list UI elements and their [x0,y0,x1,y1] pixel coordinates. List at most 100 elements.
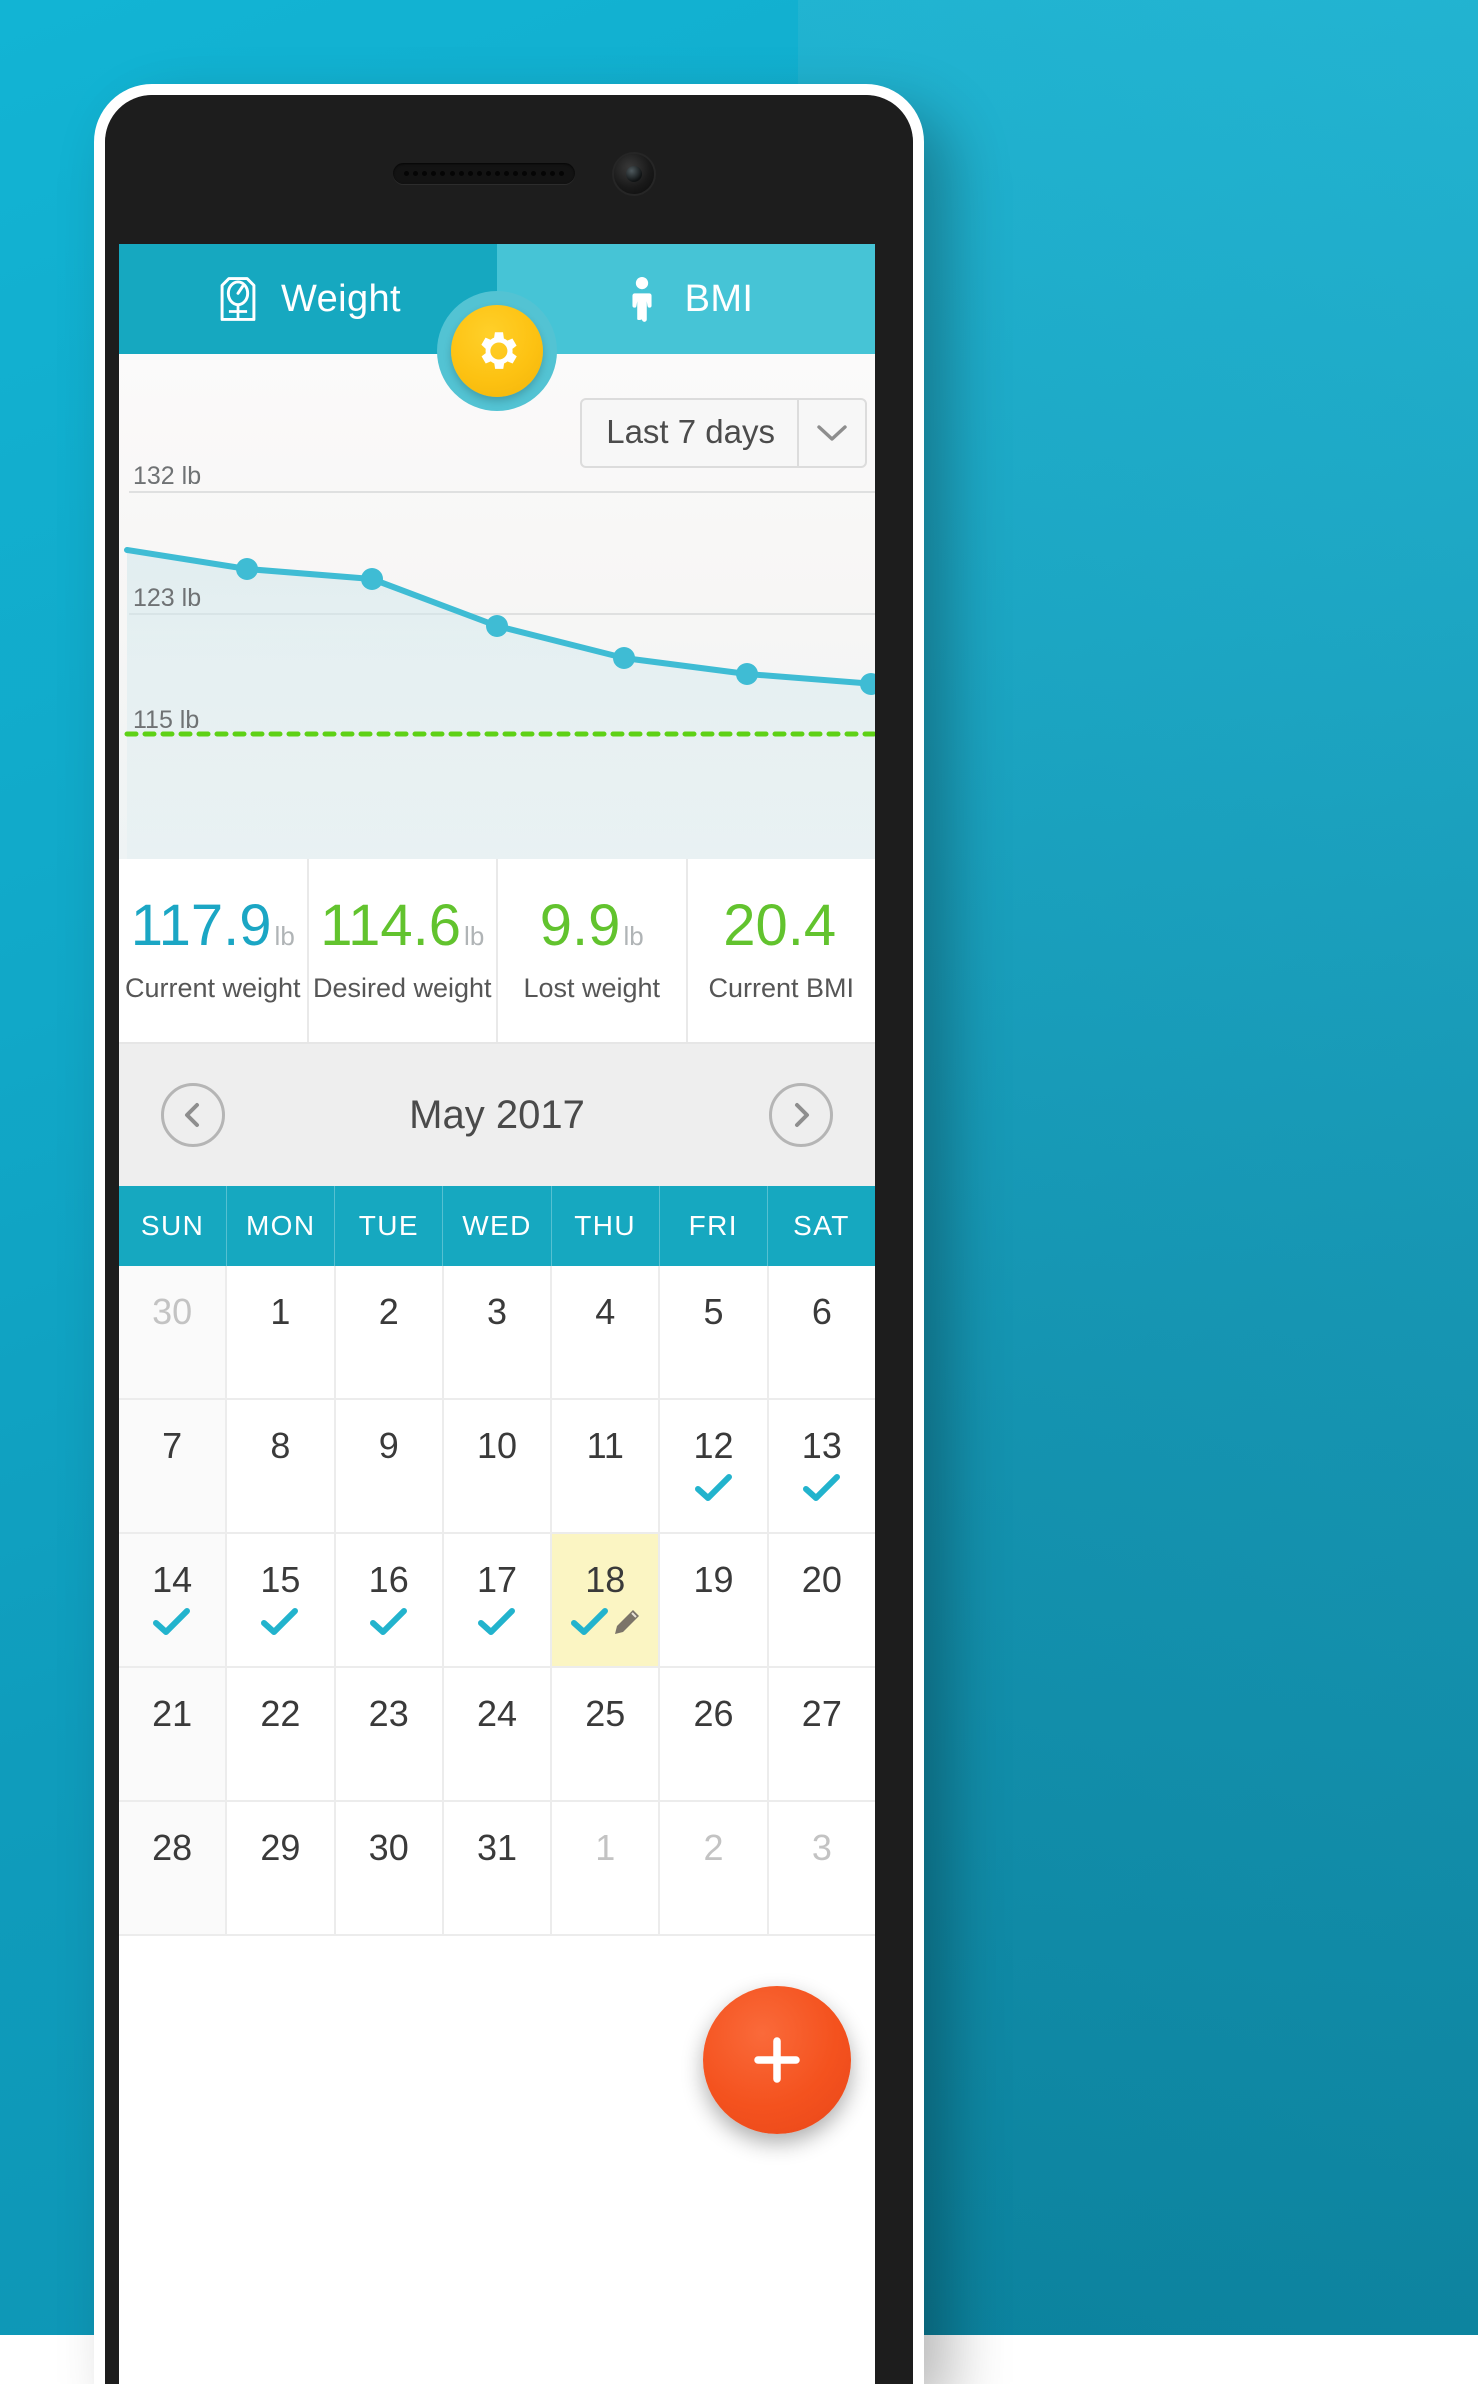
weight-chart: Last 7 days [119,354,875,859]
calendar-day[interactable]: 21 [119,1668,227,1800]
calendar-day[interactable]: 24 [444,1668,552,1800]
stat-value: 114.6 [320,897,461,955]
settings-button-inner [451,305,543,397]
calendar-day[interactable]: 5 [660,1266,768,1398]
calendar-weekday-sun: SUN [119,1186,227,1266]
stat-unit: lb [464,923,484,949]
person-icon [619,274,665,324]
calendar-day-number: 17 [477,1562,517,1598]
range-dropdown[interactable]: Last 7 days [580,398,867,468]
calendar-day[interactable]: 2 [336,1266,444,1398]
range-dropdown-value: Last 7 days [582,400,797,466]
calendar-day[interactable]: 23 [336,1668,444,1800]
calendar-day-number: 16 [369,1562,409,1598]
calendar-day[interactable]: 11 [552,1400,660,1532]
calendar-day-number: 4 [595,1294,615,1330]
plus-icon [744,2027,810,2093]
stat-desired-weight: 114.6 lb Desired weight [309,859,499,1042]
stat-unit: lb [623,923,643,949]
calendar-day[interactable]: 19 [660,1534,768,1666]
phone-frame: Weight BMI Last 7 days [94,84,924,2384]
calendar-day[interactable]: 26 [660,1668,768,1800]
ytick-label-2: 115 lb [133,706,199,734]
chart-point [486,615,508,637]
calendar-day[interactable]: 2 [660,1802,768,1934]
gear-icon [472,326,522,376]
calendar-day[interactable]: 15 [227,1534,335,1666]
prev-month-button[interactable] [161,1083,225,1147]
calendar-day-marks [260,1605,300,1639]
calendar-day[interactable]: 7 [119,1400,227,1532]
calendar-day[interactable]: 17 [444,1534,552,1666]
calendar-day-number: 12 [694,1428,734,1464]
calendar-day[interactable]: 3 [444,1266,552,1398]
chart-point [613,647,635,669]
chart-point [236,558,258,580]
chevron-right-icon [786,1100,816,1130]
calendar-day[interactable]: 31 [444,1802,552,1934]
calendar-day[interactable]: 3 [769,1802,875,1934]
calendar-day[interactable]: 16 [336,1534,444,1666]
calendar-day-number: 22 [260,1696,300,1732]
calendar-day-number: 30 [152,1294,192,1330]
calendar-day-today[interactable]: 18 [552,1534,660,1666]
pencil-icon [613,1608,641,1636]
stat-value: 117.9 [131,897,272,955]
calendar-day[interactable]: 13 [769,1400,875,1532]
calendar-week-row: 14 15 16 17 1819 20 [119,1534,875,1668]
calendar-day-number: 20 [802,1562,842,1598]
calendar-day[interactable]: 28 [119,1802,227,1934]
calendar-day[interactable]: 9 [336,1400,444,1532]
calendar-weekday-tue: TUE [335,1186,443,1266]
stats-row: 117.9 lb Current weight 114.6 lb Desired… [119,859,875,1044]
volume-button[interactable] [94,317,98,403]
scale-icon [215,274,261,324]
calendar-day[interactable]: 14 [119,1534,227,1666]
calendar-day[interactable]: 8 [227,1400,335,1532]
chart-area-fill [127,550,875,859]
calendar-day[interactable]: 30 [336,1802,444,1934]
calendar-day[interactable]: 1 [227,1266,335,1398]
calendar-weekday-thu: THU [552,1186,660,1266]
calendar-day-number: 26 [694,1696,734,1732]
calendar-day-number: 14 [152,1562,192,1598]
calendar-day-number: 2 [704,1830,724,1866]
ytick-label-1: 123 lb [133,584,201,612]
calendar-day-number: 6 [812,1294,832,1330]
calendar-day-number: 1 [270,1294,290,1330]
calendar-day[interactable]: 30 [119,1266,227,1398]
stat-unit: lb [275,923,295,949]
calendar-day[interactable]: 20 [769,1534,875,1666]
stat-current-bmi: 20.4 Current BMI [688,859,876,1042]
calendar-day[interactable]: 6 [769,1266,875,1398]
settings-button[interactable] [437,291,557,411]
calendar-day-number: 8 [270,1428,290,1464]
chevron-down-icon[interactable] [797,400,865,466]
calendar-day[interactable]: 1 [552,1802,660,1934]
calendar-day[interactable]: 4 [552,1266,660,1398]
calendar-day[interactable]: 12 [660,1400,768,1532]
calendar-day[interactable]: 25 [552,1668,660,1800]
calendar-day[interactable]: 22 [227,1668,335,1800]
stat-value-wrap: 20.4 [723,897,839,955]
stat-value-wrap: 114.6 lb [320,897,484,955]
phone-screen: Weight BMI Last 7 days [119,244,875,2384]
calendar-day-marks [152,1605,192,1639]
stat-lost-weight: 9.9 lb Lost weight [498,859,688,1042]
chart-point [736,663,758,685]
stat-label: Lost weight [523,973,660,1004]
check-icon [369,1607,409,1637]
calendar-day[interactable]: 29 [227,1802,335,1934]
calendar-day[interactable]: 10 [444,1400,552,1532]
next-month-button[interactable] [769,1083,833,1147]
calendar-day[interactable]: 27 [769,1668,875,1800]
stat-value: 20.4 [723,897,836,955]
calendar-day-number: 23 [369,1696,409,1732]
add-entry-button[interactable] [703,1986,851,2134]
calendar-day-number: 28 [152,1830,192,1866]
calendar-day-number: 15 [260,1562,300,1598]
month-title: May 2017 [409,1093,585,1138]
stat-label: Current weight [125,973,301,1004]
power-button[interactable] [94,433,98,579]
calendar-week-row: 28 2930311 2 3 [119,1802,875,1936]
